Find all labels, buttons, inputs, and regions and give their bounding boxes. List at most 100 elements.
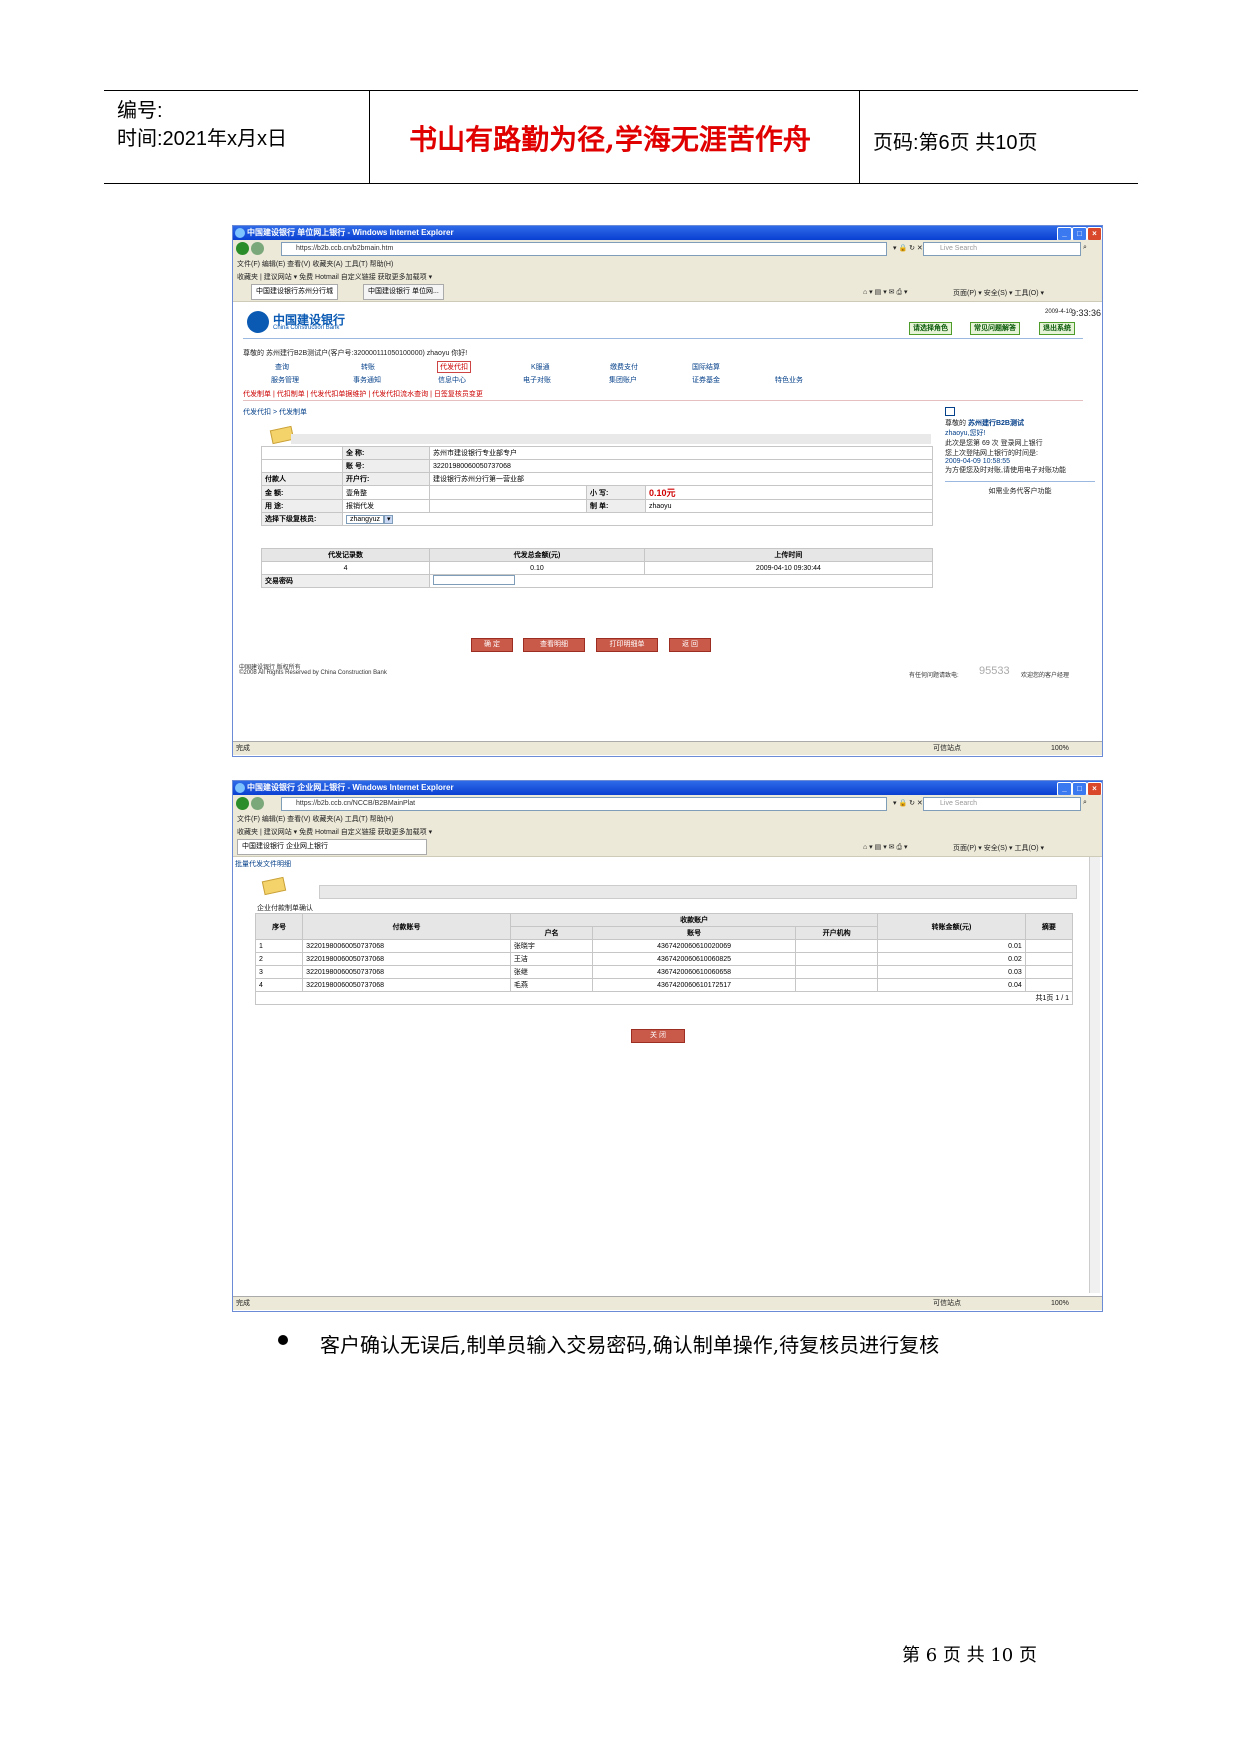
address-row: https://b2b.ccb.cn/b2bmain.htm ▾ 🔒 ↻ ✕ L… [233, 240, 1102, 258]
minimize-button[interactable]: _ [1057, 782, 1072, 796]
maximize-button[interactable]: □ [1072, 227, 1087, 241]
sub-links[interactable]: 代发制单 | 代扣制单 | 代发代扣单据维护 | 代发代扣流水查询 | 日签复核… [243, 389, 483, 399]
close-page-button[interactable]: 关 闭 [631, 1029, 685, 1043]
forward-icon[interactable] [251, 797, 264, 810]
menu-special[interactable]: 特色业务 [775, 375, 803, 385]
print-detail-button[interactable]: 打印明细单 [596, 638, 658, 652]
menu-query[interactable]: 查询 [275, 362, 289, 372]
menu-service[interactable]: 服务管理 [271, 375, 299, 385]
status-zone: 可信站点 [933, 745, 961, 752]
menu-payroll[interactable]: 代发代扣 [437, 361, 471, 373]
menu-group[interactable]: 集团账户 [609, 375, 637, 385]
record-count: 4 [260, 561, 431, 575]
browser-window-2: 中国建设银行 企业网上银行 - Windows Internet Explore… [232, 780, 1103, 1312]
menu-transfer[interactable]: 转账 [361, 362, 375, 372]
menu-items[interactable]: 文件(F) 编辑(E) 查看(V) 收藏夹(A) 工具(T) 帮助(H) [237, 259, 393, 269]
favorites-items[interactable]: 收藏夹 | 建议网站 ▾ 免费 Hotmail 自定义链接 获取更多加载项 ▾ [237, 272, 432, 282]
header-bottom-rule [104, 183, 1138, 184]
bullet-icon [278, 1335, 288, 1345]
upload-time: 2009-04-10 09:30:44 [643, 561, 934, 575]
close-button[interactable]: × [1087, 782, 1102, 796]
sidebar-link[interactable]: 如需业务代客户功能 [945, 481, 1095, 496]
back-icon[interactable] [236, 242, 249, 255]
pager[interactable]: 共1页 1 / 1 [255, 991, 1073, 1005]
bank-name-en: China Construction Bank [273, 325, 340, 331]
search-input[interactable]: Live Search [923, 797, 1081, 811]
table-row: 3 32201980060050737068 张继 43674200606100… [254, 965, 1074, 979]
refresh-stop-icons[interactable]: ▾ 🔒 ↻ ✕ [893, 244, 923, 252]
tab-bar: 中国建设银行苏州分行城 中国建设银行 单位网... ⌂ ▾ ▤ ▾ ✉ ⎙ ▾ … [233, 283, 1102, 302]
title-bar: 中国建设银行 企业网上银行 - Windows Internet Explore… [233, 781, 1102, 796]
status-bar: 完成 可信站点 100% [233, 1296, 1102, 1310]
menu-items[interactable]: 文件(F) 编辑(E) 查看(V) 收藏夹(A) 工具(T) 帮助(H) [237, 814, 393, 824]
ie-command-icons[interactable]: ⌂ ▾ ▤ ▾ ✉ ⎙ ▾ [863, 288, 908, 297]
refresh-stop-icons[interactable]: ▾ 🔒 ↻ ✕ [893, 799, 923, 807]
maximize-button[interactable]: □ [1072, 782, 1087, 796]
status-bar: 完成 可信站点 100% [233, 741, 1102, 755]
menu-payment[interactable]: 缴费支付 [610, 362, 638, 372]
browser-window-1: 中国建设银行 单位网上银行 - Windows Internet Explore… [232, 225, 1103, 757]
ie-icon [235, 228, 245, 238]
sidebar-last-time: 2009-04-09 10:58:55 [945, 458, 1010, 465]
doc-number: 编号: [117, 100, 163, 122]
status-text: 完成 [236, 1300, 250, 1307]
sub-rule [243, 400, 1083, 401]
close-button[interactable]: × [1087, 227, 1102, 241]
favorites-items[interactable]: 收藏夹 | 建议网站 ▾ 免费 Hotmail 自定义链接 获取更多加载项 ▾ [237, 827, 432, 837]
chevron-down-icon[interactable]: ▾ [383, 515, 394, 524]
menu-international[interactable]: 国际结算 [692, 362, 720, 372]
panel-header [291, 434, 931, 444]
ie-tools-menu[interactable]: 页面(P) ▾ 安全(S) ▾ 工具(O) ▾ [953, 843, 1044, 853]
sidebar-visits: 此次是您第 69 次 登录网上银行 [945, 440, 1043, 447]
payroll-panel: 全 称: 苏州市建设银行专业部专户 账 号: 3220198006005073706… [260, 420, 937, 610]
menu-kfutong[interactable]: K服通 [531, 362, 550, 372]
window-title: 中国建设银行 单位网上银行 - Windows Internet Explore… [247, 228, 454, 237]
sidebar-user: zhaoyu,您好! [945, 430, 986, 437]
summary-table: 代发记录数 代发总金额(元) 上传时间 4 0.10 2009-04-10 09:30:… [260, 548, 934, 588]
view-detail-button[interactable]: 查看明细 [523, 638, 585, 652]
role-select[interactable]: 请选择角色 [909, 322, 952, 335]
maker-value: zhaoyu [645, 499, 933, 513]
back-icon[interactable] [236, 797, 249, 810]
confirm-button[interactable]: 确 定 [471, 638, 513, 652]
search-icon[interactable]: ⌕ [1083, 244, 1087, 252]
menu-securities[interactable]: 证券基金 [692, 375, 720, 385]
menu-notice[interactable]: 事务通知 [353, 375, 381, 385]
bank-value: 建设银行苏州分行第一营业部 [429, 472, 933, 486]
status-zone: 可信站点 [933, 1300, 961, 1307]
menu-info[interactable]: 信息中心 [438, 375, 466, 385]
zoom-level[interactable]: 100% [1051, 1297, 1069, 1310]
tab-bar: 中国建设银行 企业网上银行 ⌂ ▾ ▤ ▾ ✉ ⎙ ▾ 页面(P) ▾ 安全(S… [233, 838, 1102, 857]
logout-button[interactable]: 退出系统 [1039, 322, 1075, 335]
tab-2[interactable]: 中国建设银行 单位网... [363, 284, 444, 300]
faq-button[interactable]: 常见问题解答 [970, 322, 1020, 335]
reviewer-select[interactable]: zhangyuz [346, 515, 384, 524]
page-content: 中国建设银行 China Construction Bank 2009-4-10… [233, 302, 1102, 742]
page-title: 批量代发文件明细 [235, 861, 291, 868]
page-content: 批量代发文件明细 企业付款制单确认 序号 付款账号 收款账户 转账金额(元) 摘… [233, 857, 1102, 1295]
ie-tools-menu[interactable]: 页面(P) ▾ 安全(S) ▾ 工具(O) ▾ [953, 288, 1044, 298]
zoom-level[interactable]: 100% [1051, 742, 1069, 755]
usage-value: 报销代发 [342, 499, 430, 513]
section-title: 企业付款制单确认 [257, 905, 313, 912]
forward-icon[interactable] [251, 242, 264, 255]
sidebar-company: 苏州建行B2B测试 [967, 420, 1024, 427]
search-icon[interactable]: ⌕ [1083, 799, 1087, 807]
back-button[interactable]: 返 回 [669, 638, 711, 652]
tab-1[interactable]: 中国建设银行 企业网上银行 [237, 839, 427, 855]
clock: 9:33:36 [1071, 308, 1102, 318]
address-row: https://b2b.ccb.cn/NCCB/B2BMainPlat ▾ 🔒 … [233, 795, 1102, 813]
minimize-button[interactable]: _ [1057, 227, 1072, 241]
menu-reconcile[interactable]: 电子对账 [523, 375, 551, 385]
breadcrumb: 代发代扣 > 代发制单 [243, 409, 307, 416]
page-number: 页码:第6页 共10页 [873, 132, 1038, 154]
ie-command-icons[interactable]: ⌂ ▾ ▤ ▾ ✉ ⎙ ▾ [863, 843, 908, 852]
title-bar: 中国建设银行 单位网上银行 - Windows Internet Explore… [233, 226, 1102, 241]
search-input[interactable]: Live Search [923, 242, 1081, 256]
scrollbar[interactable] [1089, 857, 1100, 1293]
tab-1[interactable]: 中国建设银行苏州分行城 [251, 284, 338, 300]
address-bar[interactable]: https://b2b.ccb.cn/NCCB/B2BMainPlat [281, 797, 887, 811]
password-input[interactable] [433, 575, 516, 585]
page-footer: 第 6 页 共 10 页 [902, 1645, 1037, 1666]
address-bar[interactable]: https://b2b.ccb.cn/b2bmain.htm [281, 242, 887, 256]
